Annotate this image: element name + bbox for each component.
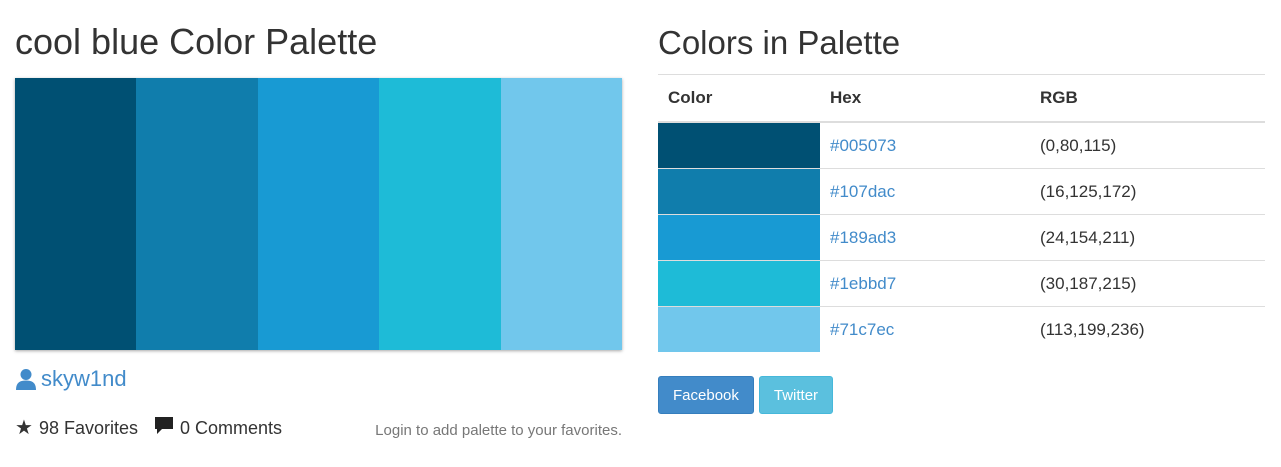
rgb-cell: (30,187,215) — [1030, 260, 1265, 307]
section-title: Colors in Palette — [658, 24, 901, 61]
hex-link[interactable]: #005073 — [830, 136, 896, 155]
hex-cell: #005073 — [820, 121, 1030, 169]
star-icon: ★ — [15, 417, 33, 439]
author-link[interactable]: skyw1nd — [15, 366, 127, 392]
header-color: Color — [658, 74, 820, 123]
comment-icon — [154, 416, 174, 440]
rgb-cell: (113,199,236) — [1030, 306, 1265, 352]
palette-swatch — [136, 78, 258, 350]
table-row: #107dac (16,125,172) — [658, 168, 1265, 215]
table-row: #189ad3 (24,154,211) — [658, 214, 1265, 261]
author-name: skyw1nd — [41, 366, 127, 391]
comments-label: 0 Comments — [179, 417, 283, 438]
hex-link[interactable]: #189ad3 — [830, 228, 896, 247]
hex-link[interactable]: #107dac — [830, 182, 895, 201]
share-buttons: Facebook Twitter — [658, 376, 834, 414]
hex-cell: #71c7ec — [820, 306, 1030, 352]
login-note: Login to add palette to your favorites. — [375, 421, 622, 439]
palette-swatch — [500, 78, 623, 350]
palette-meta: ★ 98 Favorites 0 Comments Login to add p… — [15, 416, 622, 440]
color-swatch-cell — [658, 306, 820, 352]
palette-preview — [15, 78, 623, 350]
header-hex: Hex — [820, 74, 1030, 123]
user-icon — [15, 368, 37, 390]
rgb-cell: (16,125,172) — [1030, 168, 1265, 215]
color-swatch-cell — [658, 214, 820, 261]
twitter-button[interactable]: Twitter — [758, 376, 834, 414]
hex-link[interactable]: #71c7ec — [830, 320, 894, 339]
palette-swatch — [257, 78, 380, 350]
color-swatch-cell — [658, 260, 820, 307]
table-row: #71c7ec (113,199,236) — [658, 306, 1265, 352]
facebook-button[interactable]: Facebook — [658, 376, 754, 414]
page-title: cool blue Color Palette — [15, 21, 378, 62]
colors-table: Color Hex RGB #005073 (0,80,115) #107dac… — [658, 74, 1265, 352]
hex-cell: #107dac — [820, 168, 1030, 215]
table-row: #005073 (0,80,115) — [658, 121, 1265, 169]
table-header-row: Color Hex RGB — [658, 74, 1265, 123]
palette-swatch — [379, 78, 501, 350]
hex-link[interactable]: #1ebbd7 — [830, 274, 896, 293]
favorites-label: 98 Favorites — [38, 417, 138, 438]
rgb-cell: (24,154,211) — [1030, 214, 1265, 261]
color-swatch-cell — [658, 168, 820, 215]
header-rgb: RGB — [1030, 74, 1265, 123]
rgb-cell: (0,80,115) — [1030, 121, 1265, 169]
hex-cell: #1ebbd7 — [820, 260, 1030, 307]
hex-cell: #189ad3 — [820, 214, 1030, 261]
palette-swatch — [15, 78, 137, 350]
favorites-count: ★ 98 Favorites — [15, 418, 138, 439]
color-swatch-cell — [658, 121, 820, 169]
table-row: #1ebbd7 (30,187,215) — [658, 260, 1265, 307]
comments-count: 0 Comments — [154, 416, 282, 440]
